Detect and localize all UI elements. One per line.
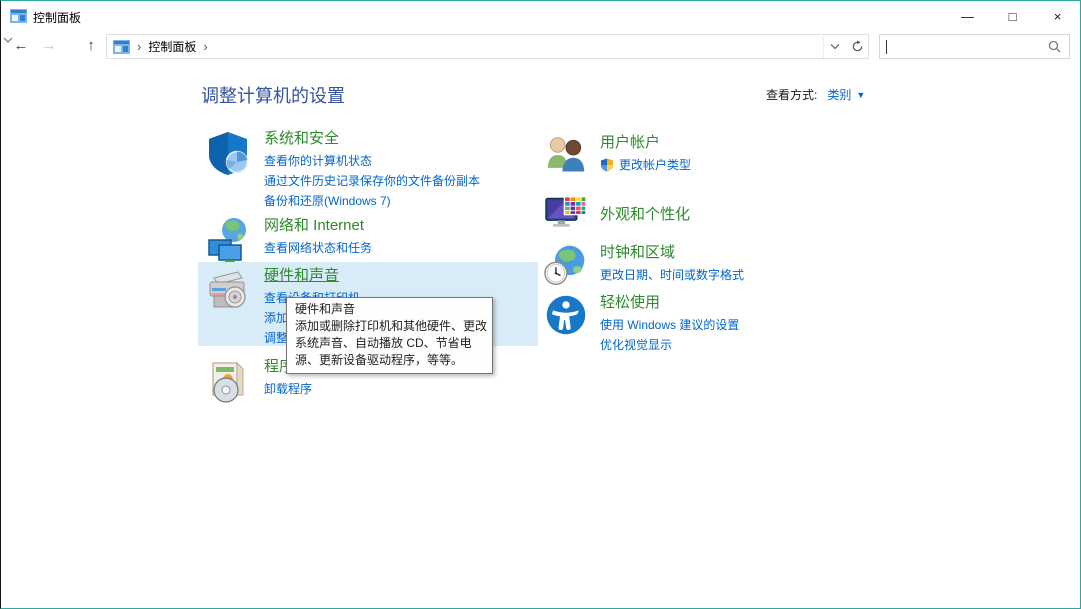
link-change-date-time-number-formats[interactable]: 更改日期、时间或数字格式 (600, 265, 744, 285)
category-title[interactable]: 系统和安全 (264, 129, 480, 149)
user-accounts-icon (544, 133, 588, 177)
clock-region-icon (544, 243, 588, 287)
hardware-sound-icon (204, 266, 252, 314)
view-by-value[interactable]: 类别 (827, 86, 851, 103)
link-view-computer-status[interactable]: 查看你的计算机状态 (264, 151, 480, 171)
page-title: 调整计算机的设置 (201, 82, 345, 108)
maximize-button[interactable]: □ (990, 2, 1035, 31)
navigation-bar: ← → ↑ › 控制面板 › (1, 31, 1080, 62)
tooltip-line: 源、更新设备驱动程序，等等。 (295, 352, 484, 369)
view-by-label: 查看方式: (766, 86, 817, 103)
category-appearance-personalization[interactable]: 外观和个性化 (538, 187, 878, 239)
category-title[interactable]: 时钟和区域 (600, 243, 744, 263)
minimize-button[interactable]: — (945, 2, 990, 31)
category-title[interactable]: 网络和 Internet (264, 216, 372, 236)
system-security-icon (204, 129, 252, 177)
window-title: 控制面板 (33, 9, 81, 26)
close-button[interactable]: × (1035, 2, 1080, 31)
category-title[interactable]: 轻松使用 (600, 293, 739, 313)
link-uninstall-program[interactable]: 卸载程序 (264, 379, 312, 399)
refresh-icon[interactable] (846, 35, 868, 58)
appearance-personalization-icon (544, 191, 588, 235)
uac-shield-icon (600, 158, 614, 172)
breadcrumb-separator[interactable]: › (203, 39, 207, 54)
link-backup-restore-windows7[interactable]: 备份和还原(Windows 7) (264, 191, 480, 211)
tooltip-title: 硬件和声音 (295, 301, 484, 318)
breadcrumb-separator: › (137, 39, 141, 54)
search-icon[interactable] (1048, 40, 1061, 53)
tooltip-line: 系统声音、自动播放 CD、节省电 (295, 335, 484, 352)
control-panel-icon (10, 9, 27, 23)
link-optimize-visual-display[interactable]: 优化视觉显示 (600, 335, 739, 355)
category-system-and-security[interactable]: 系统和安全 查看你的计算机状态 通过文件历史记录保存你的文件备份副本 备份和还原… (198, 125, 538, 215)
back-icon[interactable]: ← (9, 35, 33, 57)
hardware-sound-tooltip: 硬件和声音 添加或删除打印机和其他硬件、更改 系统声音、自动播放 CD、节省电 … (286, 297, 493, 374)
link-change-account-type[interactable]: 更改帐户类型 (600, 155, 691, 175)
category-user-accounts[interactable]: 用户帐户 更改帐户类型 (538, 129, 878, 181)
category-title[interactable]: 用户帐户 (600, 133, 691, 153)
link-view-network-status[interactable]: 查看网络状态和任务 (264, 238, 372, 258)
address-bar[interactable]: › 控制面板 › (106, 34, 869, 59)
tooltip-line: 添加或删除打印机和其他硬件、更改 (295, 318, 484, 335)
category-title[interactable]: 外观和个性化 (600, 205, 690, 225)
programs-icon (204, 357, 252, 405)
category-network-and-internet[interactable]: 网络和 Internet 查看网络状态和任务 (198, 212, 538, 268)
breadcrumb-control-panel[interactable]: 控制面板 (148, 38, 196, 55)
search-input[interactable] (879, 34, 1070, 59)
title-bar: 控制面板 — □ × (1, 2, 1080, 31)
forward-icon: → (37, 35, 61, 57)
link-label: 更改帐户类型 (619, 155, 691, 175)
control-panel-window: 控制面板 — □ × ← → ↑ › 控制面板 › (0, 0, 1081, 609)
text-caret (886, 40, 887, 54)
network-internet-icon (204, 216, 252, 264)
link-windows-suggested-settings[interactable]: 使用 Windows 建议的设置 (600, 315, 739, 335)
category-title[interactable]: 硬件和声音 (264, 266, 360, 286)
main-content: 调整计算机的设置 查看方式: 类别 ▼ 系统和安全 查看你的计算机状态 通过文件… (1, 62, 1080, 608)
address-dropdown-icon[interactable] (824, 35, 846, 58)
view-by-control: 查看方式: 类别 ▼ (766, 86, 865, 103)
category-clock-and-region[interactable]: 时钟和区域 更改日期、时间或数字格式 (538, 239, 878, 291)
breadcrumb-control-panel-icon (113, 40, 130, 54)
up-icon[interactable]: ↑ (79, 35, 103, 57)
ease-of-access-icon (544, 293, 588, 337)
category-ease-of-access[interactable]: 轻松使用 使用 Windows 建议的设置 优化视觉显示 (538, 289, 878, 359)
view-by-caret-icon[interactable]: ▼ (856, 90, 865, 100)
link-file-history-backup[interactable]: 通过文件历史记录保存你的文件备份副本 (264, 171, 480, 191)
